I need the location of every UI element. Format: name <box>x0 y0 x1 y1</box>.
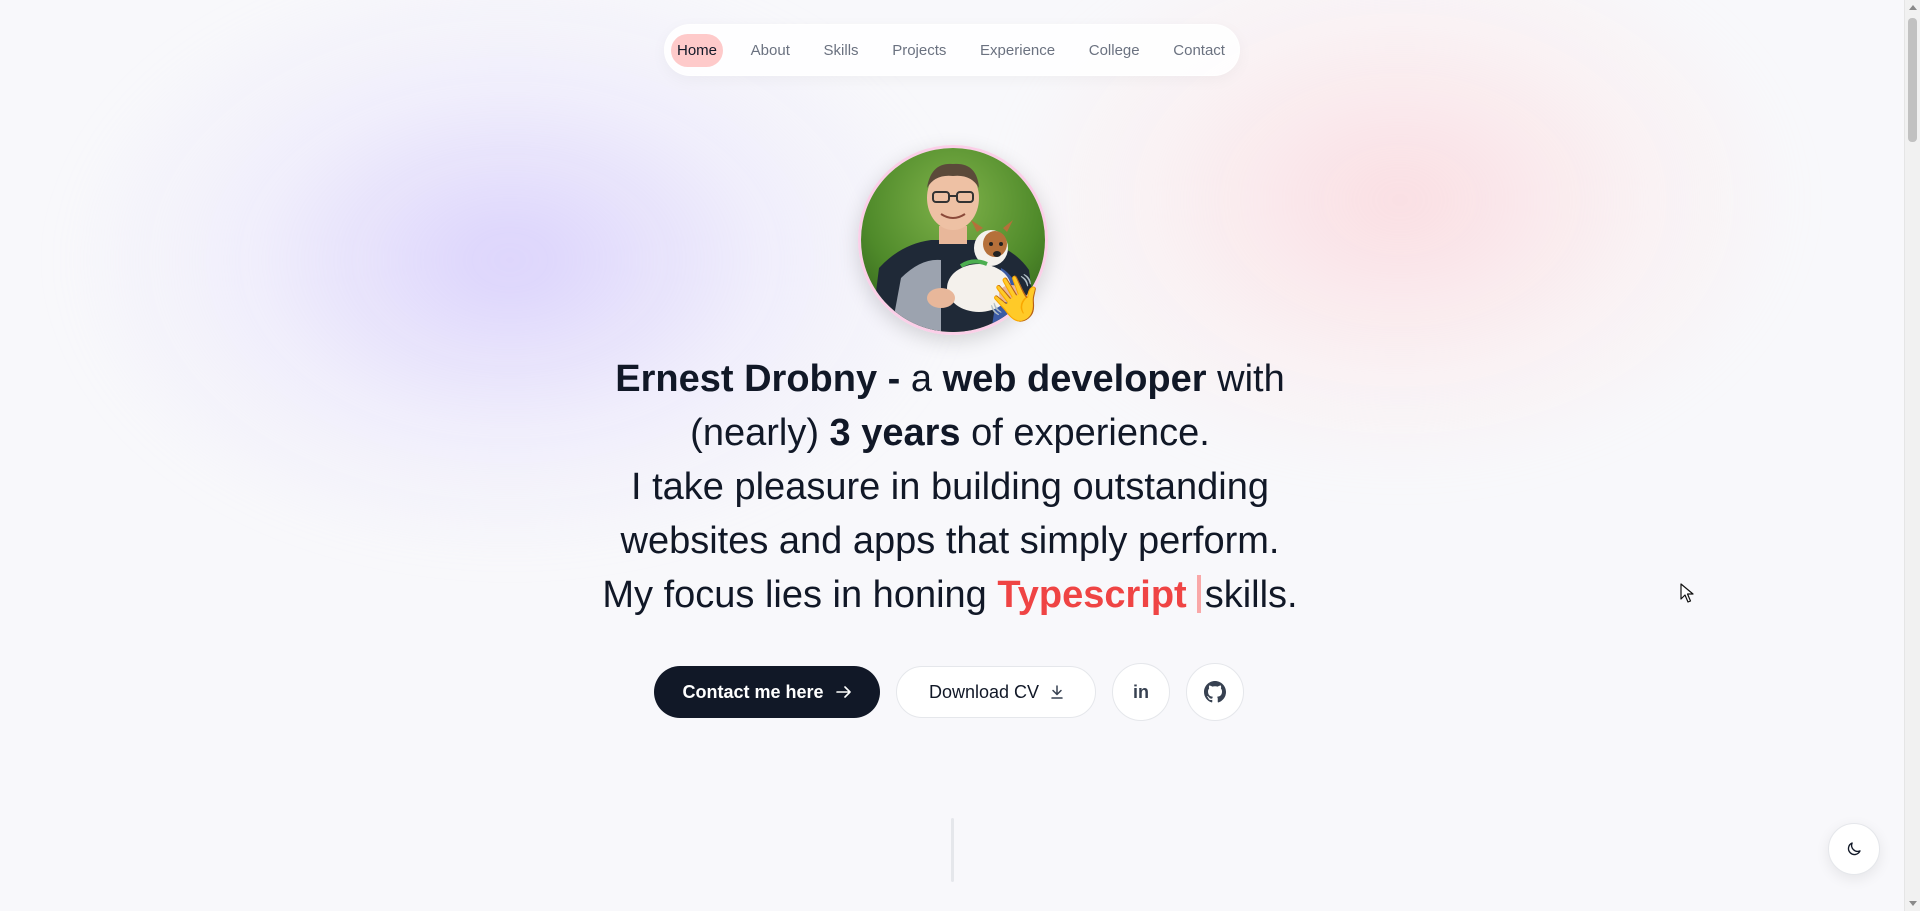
hero-headline: Ernest Drobny - a web developer with (ne… <box>560 352 1340 622</box>
nav-item-contact[interactable]: Contact <box>1167 34 1231 67</box>
moon-icon <box>1847 842 1861 856</box>
nav-item-projects[interactable]: Projects <box>886 34 952 67</box>
mouse-cursor-icon <box>1680 583 1694 603</box>
headline-line-5: My focus lies in honing Typescript skills… <box>560 568 1340 622</box>
arrow-right-icon <box>835 686 851 698</box>
headline-article: a <box>900 358 943 400</box>
contact-button-label: Contact me here <box>682 681 824 702</box>
headline-line-1: Ernest Drobny - a web developer with <box>560 352 1340 406</box>
scrollbar-thumb[interactable] <box>1908 18 1917 142</box>
headline-nearly: (nearly) <box>690 412 830 454</box>
nav-item-skills[interactable]: Skills <box>818 34 865 67</box>
github-icon <box>1204 681 1226 703</box>
avatar-container: 👋 <box>858 145 1048 335</box>
waving-hand-icon: 👋 <box>986 272 1044 324</box>
headline-line-2: (nearly) 3 years of experience. <box>560 406 1340 460</box>
hero-actions: Contact me here Download CV in <box>654 663 1244 721</box>
nav-item-home[interactable]: Home <box>671 33 724 67</box>
headline-focus: My focus lies in honing <box>602 574 998 616</box>
nav-item-about[interactable]: About <box>745 34 796 67</box>
page-scrollbar[interactable] <box>1904 0 1920 911</box>
download-cv-label: Download CV <box>928 681 1040 702</box>
contact-button[interactable]: Contact me here <box>654 666 880 718</box>
typing-caret <box>1196 575 1201 613</box>
nav-item-experience[interactable]: Experience <box>974 34 1061 67</box>
download-cv-button[interactable]: Download CV <box>896 666 1096 718</box>
headline-skills: skills. <box>1204 574 1298 616</box>
section-divider <box>951 818 954 882</box>
linkedin-button[interactable]: in <box>1112 663 1170 721</box>
github-button[interactable] <box>1186 663 1244 721</box>
headline-role: web developer <box>942 358 1207 400</box>
headline-experience: of experience. <box>960 412 1210 454</box>
headline-line-3: I take pleasure in building outstanding <box>630 466 1269 508</box>
linkedin-icon: in <box>1133 681 1149 702</box>
headline-line-4: websites and apps that simply perform. <box>620 520 1280 562</box>
typed-skill: Typescript <box>997 574 1187 616</box>
download-icon <box>1051 685 1063 699</box>
theme-toggle-button[interactable] <box>1828 823 1880 875</box>
nav-item-college[interactable]: College <box>1083 34 1146 67</box>
scroll-down-arrow[interactable] <box>1909 901 1917 906</box>
headline-years: 3 years <box>829 412 961 454</box>
top-navigation: Home About Skills Projects Experience Co… <box>664 24 1240 76</box>
scroll-up-arrow[interactable] <box>1909 5 1917 10</box>
headline-name: Ernest Drobny - <box>615 358 901 400</box>
headline-with: with <box>1206 358 1285 400</box>
